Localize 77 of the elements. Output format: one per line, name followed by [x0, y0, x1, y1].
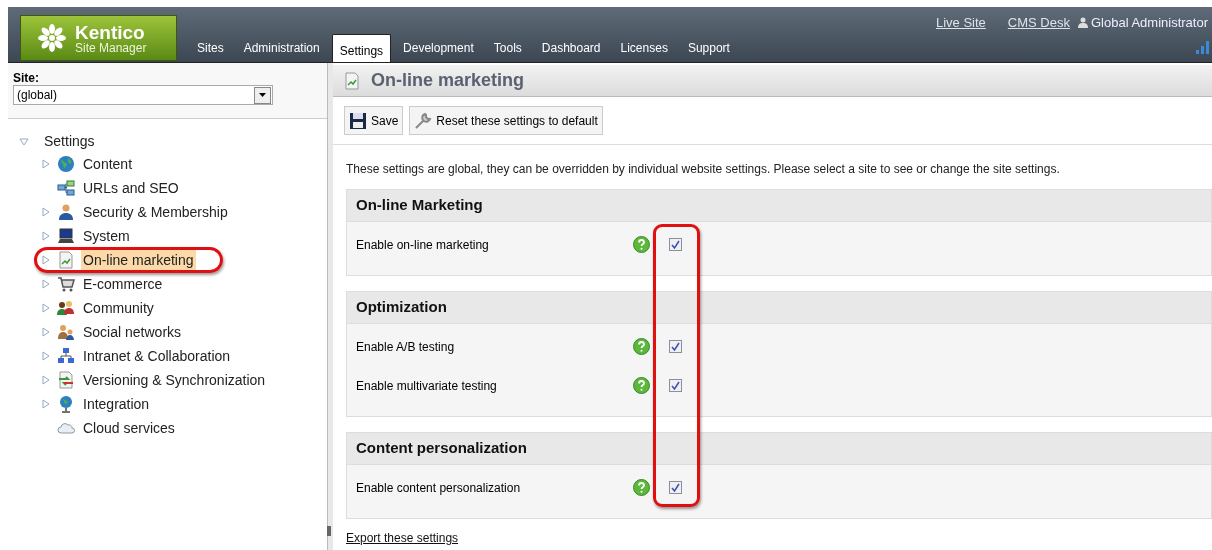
header-link[interactable]: CMS Desk	[1007, 13, 1070, 33]
nav-tab[interactable]: Tools	[483, 34, 532, 62]
section-title: Optimization	[356, 297, 447, 318]
help-icon[interactable]	[633, 377, 650, 394]
setting-label: Enable on-line marketing	[356, 236, 490, 254]
globe-icon	[57, 155, 75, 173]
splitter-handle[interactable]	[327, 526, 331, 536]
tree-item[interactable]: Social networks	[81, 321, 184, 343]
sync-icon	[57, 371, 75, 389]
user-icon	[1077, 17, 1088, 29]
nav-tab[interactable]: Support	[677, 34, 740, 62]
help-icon[interactable]	[633, 338, 650, 355]
tree-item[interactable]: Versioning & Synchronization	[81, 369, 268, 391]
globe-icon	[57, 395, 75, 413]
nav-tab[interactable]: Sites	[187, 34, 234, 62]
logo-title: Kentico	[75, 22, 146, 42]
reset-button[interactable]: Reset these settings to default	[409, 106, 603, 135]
network-icon	[57, 347, 75, 365]
laptop-icon	[57, 227, 75, 245]
checkbox[interactable]	[669, 379, 682, 392]
expand-arrow-icon[interactable]	[42, 255, 50, 265]
nav-tab[interactable]: Administration	[233, 34, 330, 62]
expand-arrow-icon[interactable]	[42, 327, 50, 337]
tree-item[interactable]: Intranet & Collaboration	[81, 345, 233, 367]
tree-root-item[interactable]: Settings	[44, 131, 95, 152]
logo-subtitle: Site Manager	[75, 41, 147, 54]
nav-tab[interactable]: Settings	[331, 34, 392, 62]
site-label: Site:	[13, 71, 40, 85]
flower-logo-icon	[37, 23, 67, 53]
export-link[interactable]: Export these settings	[346, 529, 1212, 547]
sitemap-icon	[57, 179, 75, 197]
tree-item[interactable]: Integration	[81, 393, 152, 415]
setting-label: Enable A/B testing	[356, 338, 456, 356]
wrench-icon	[414, 111, 433, 130]
tree-item[interactable]: On-line marketing	[81, 249, 196, 271]
tree-item[interactable]: Community	[81, 297, 156, 319]
nav-tab[interactable]: Development	[393, 34, 484, 62]
cart-icon	[57, 275, 75, 293]
user-icon	[57, 203, 75, 221]
section-title: On-line Marketing	[356, 195, 483, 216]
expand-arrow-icon[interactable]	[42, 351, 50, 361]
tree-item[interactable]: Security & Membership	[81, 201, 230, 223]
chart-page-icon	[57, 251, 75, 269]
tree-item[interactable]: System	[81, 225, 132, 247]
setting-label: Enable content personalization	[356, 479, 522, 497]
user-name[interactable]: Global Administrator	[1090, 13, 1208, 33]
checkbox[interactable]	[669, 238, 682, 251]
description-text: These settings are global, they can be overridden by individual website settings. Please select a site to see or change the site settings.	[345, 161, 1061, 178]
expand-arrow-icon[interactable]	[42, 231, 50, 241]
tree-item[interactable]: E-commerce	[81, 273, 165, 295]
expand-arrow-icon[interactable]	[42, 375, 50, 385]
nav-tab[interactable]: Dashboard	[531, 34, 611, 62]
signal-icon[interactable]	[1196, 40, 1210, 54]
chart-page-icon	[343, 71, 361, 90]
save-button[interactable]: Save	[344, 106, 404, 135]
site-dropdown[interactable]: (global)	[13, 85, 273, 105]
tree-item[interactable]: Cloud services	[81, 417, 177, 439]
nav-tab[interactable]: Licenses	[610, 34, 678, 62]
tree-item[interactable]: Content	[81, 153, 135, 175]
section-title: Content personalization	[356, 438, 527, 459]
help-icon[interactable]	[633, 479, 650, 496]
expand-arrow-icon[interactable]	[42, 303, 50, 313]
setting-label: Enable multivariate testing	[356, 377, 498, 395]
people-icon	[57, 299, 75, 317]
collapse-arrow-icon[interactable]	[19, 137, 29, 146]
header-link[interactable]: Live Site	[935, 13, 986, 33]
expand-arrow-icon[interactable]	[42, 207, 50, 217]
page-title: On-line marketing	[371, 69, 525, 92]
expand-arrow-icon[interactable]	[42, 399, 50, 409]
expand-arrow-icon[interactable]	[42, 279, 50, 289]
tree-item[interactable]: URLs and SEO	[81, 177, 181, 199]
dropdown-arrow-icon	[259, 93, 266, 97]
checkbox[interactable]	[669, 481, 682, 494]
expand-arrow-icon[interactable]	[42, 159, 50, 169]
people-icon	[57, 323, 75, 341]
help-icon[interactable]	[633, 236, 650, 253]
checkbox[interactable]	[669, 340, 682, 353]
